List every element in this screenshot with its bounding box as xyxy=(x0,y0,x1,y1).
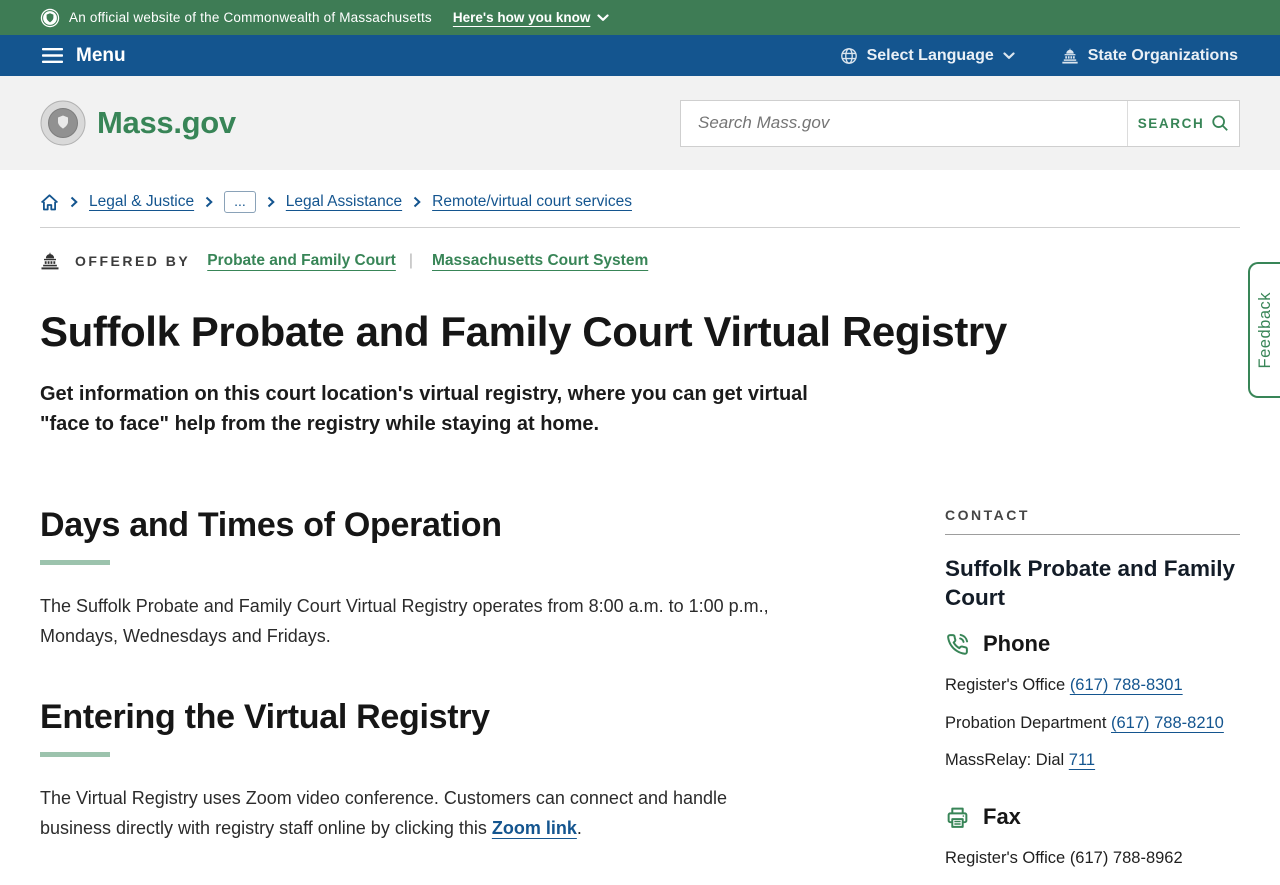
phone-row-label: MassRelay: Dial xyxy=(945,751,1069,769)
phone-link-registers-office[interactable]: (617) 788-8301 xyxy=(1070,676,1183,694)
phone-heading-label: Phone xyxy=(983,631,1051,656)
section-body-days-times: The Suffolk Probate and Family Court Vir… xyxy=(40,596,769,646)
heading-accent-rule xyxy=(40,752,110,757)
phone-row-label: Register's Office xyxy=(945,676,1070,694)
phone-row-registers-office: Register's Office (617) 788-8301 xyxy=(945,674,1240,697)
phone-section-heading: Phone xyxy=(945,631,1240,657)
contact-name: Suffolk Probate and Family Court xyxy=(945,556,1236,610)
section-heading-entering-registry: Entering the Virtual Registry xyxy=(40,698,490,736)
phone-row-massrelay: MassRelay: Dial 711 xyxy=(945,749,1240,772)
main-column: Days and Times of Operation The Suffolk … xyxy=(40,459,895,885)
fax-number: (617) 788-8962 xyxy=(1069,849,1183,867)
statehouse-icon xyxy=(40,251,60,271)
breadcrumb-link-remote-court-services[interactable]: Remote/virtual court services xyxy=(432,193,632,211)
search-input[interactable] xyxy=(681,100,1127,146)
state-organizations-label: State Organizations xyxy=(1087,46,1238,64)
fax-icon xyxy=(945,805,970,830)
statehouse-icon xyxy=(1061,47,1079,65)
search-button[interactable]: SEARCH xyxy=(1127,100,1239,146)
breadcrumb-ellipsis-button[interactable]: ... xyxy=(224,191,256,213)
heres-how-you-know-label: Here's how you know xyxy=(452,10,591,25)
offered-by-link-mass-court-system[interactable]: Massachusetts Court System xyxy=(432,252,648,270)
chevron-right-icon xyxy=(70,196,78,208)
fax-heading-label: Fax xyxy=(983,804,1021,829)
fax-section-heading: Fax xyxy=(945,804,1240,830)
fax-row-label: Register's Office xyxy=(945,849,1070,867)
chevron-down-icon xyxy=(597,13,609,22)
body-text-after-link: . xyxy=(576,817,582,838)
feedback-tab[interactable]: Feedback xyxy=(1248,262,1280,398)
phone-link-probation-department[interactable]: (617) 788-8210 xyxy=(1111,714,1224,732)
globe-icon xyxy=(840,47,858,65)
navbar-utilities: Select Language State Organizations xyxy=(840,47,1238,65)
fax-row-registers-office: Register's Office (617) 788-8962 xyxy=(945,847,1240,870)
offered-by-link-probate-family-court[interactable]: Probate and Family Court xyxy=(207,252,396,270)
breadcrumb-link-legal-justice[interactable]: Legal & Justice xyxy=(89,193,194,211)
select-language-dropdown[interactable]: Select Language xyxy=(840,47,1015,65)
feedback-label: Feedback xyxy=(1255,291,1274,369)
site-search: SEARCH xyxy=(680,99,1240,147)
massgov-logo[interactable]: Mass.gov xyxy=(40,100,236,146)
contact-label: CONTACT xyxy=(945,507,1030,523)
zoom-link[interactable]: Zoom link xyxy=(492,818,577,838)
official-banner-text: An official website of the Commonwealth … xyxy=(69,10,432,25)
menu-button[interactable]: Menu xyxy=(42,45,126,67)
offered-by-label: OFFERED BY xyxy=(75,253,191,269)
fax-section: Fax Register's Office (617) 788-8962 xyxy=(945,804,1240,870)
hamburger-icon xyxy=(42,47,63,64)
official-banner: An official website of the Commonwealth … xyxy=(0,0,1280,35)
search-button-label: SEARCH xyxy=(1137,115,1205,131)
body-text-before-link: The Virtual Registry uses Zoom video con… xyxy=(40,788,728,838)
chevron-right-icon xyxy=(267,196,275,208)
section-heading-days-times: Days and Times of Operation xyxy=(40,506,502,544)
chevron-right-icon xyxy=(205,196,213,208)
page-title: Suffolk Probate and Family Court Virtual… xyxy=(40,308,1007,355)
seal-icon xyxy=(40,8,60,28)
select-language-label: Select Language xyxy=(866,46,994,64)
state-organizations-link[interactable]: State Organizations xyxy=(1061,47,1238,65)
site-header: Mass.gov SEARCH xyxy=(0,76,1280,170)
phone-row-label: Probation Department xyxy=(945,713,1112,732)
massgov-logo-text: Mass.gov xyxy=(97,105,236,140)
search-icon xyxy=(1211,114,1229,132)
chevron-right-icon xyxy=(413,196,421,208)
heading-accent-rule xyxy=(40,560,110,565)
breadcrumb: Legal & Justice ... Legal Assistance Rem… xyxy=(40,170,1240,213)
menu-label: Menu xyxy=(76,44,126,66)
heres-how-you-know-toggle[interactable]: Here's how you know xyxy=(453,10,610,25)
phone-link-massrelay-711[interactable]: 711 xyxy=(1069,751,1095,769)
chevron-down-icon xyxy=(1003,51,1015,60)
breadcrumb-link-legal-assistance[interactable]: Legal Assistance xyxy=(286,193,402,211)
phone-icon xyxy=(945,632,970,657)
offered-by-divider: | xyxy=(408,252,414,269)
home-icon[interactable] xyxy=(40,193,59,211)
contact-divider xyxy=(945,534,1240,535)
section-body-entering-registry: The Virtual Registry uses Zoom video con… xyxy=(40,784,778,843)
main-grid: Days and Times of Operation The Suffolk … xyxy=(40,459,1240,885)
main-navbar: Menu Select Language State Organizations xyxy=(0,35,1280,76)
offered-by: OFFERED BY Probate and Family Court | Ma… xyxy=(40,251,1240,271)
phone-row-probation-department: Probation Department (617) 788-8210 xyxy=(945,712,1240,735)
page-content: Legal & Justice ... Legal Assistance Rem… xyxy=(0,170,1280,885)
contact-sidebar: CONTACT Suffolk Probate and Family Court… xyxy=(945,459,1240,885)
breadcrumb-divider xyxy=(40,227,1240,228)
page-subtitle: Get information on this court location's… xyxy=(40,383,808,435)
massgov-seal-icon xyxy=(40,100,86,146)
